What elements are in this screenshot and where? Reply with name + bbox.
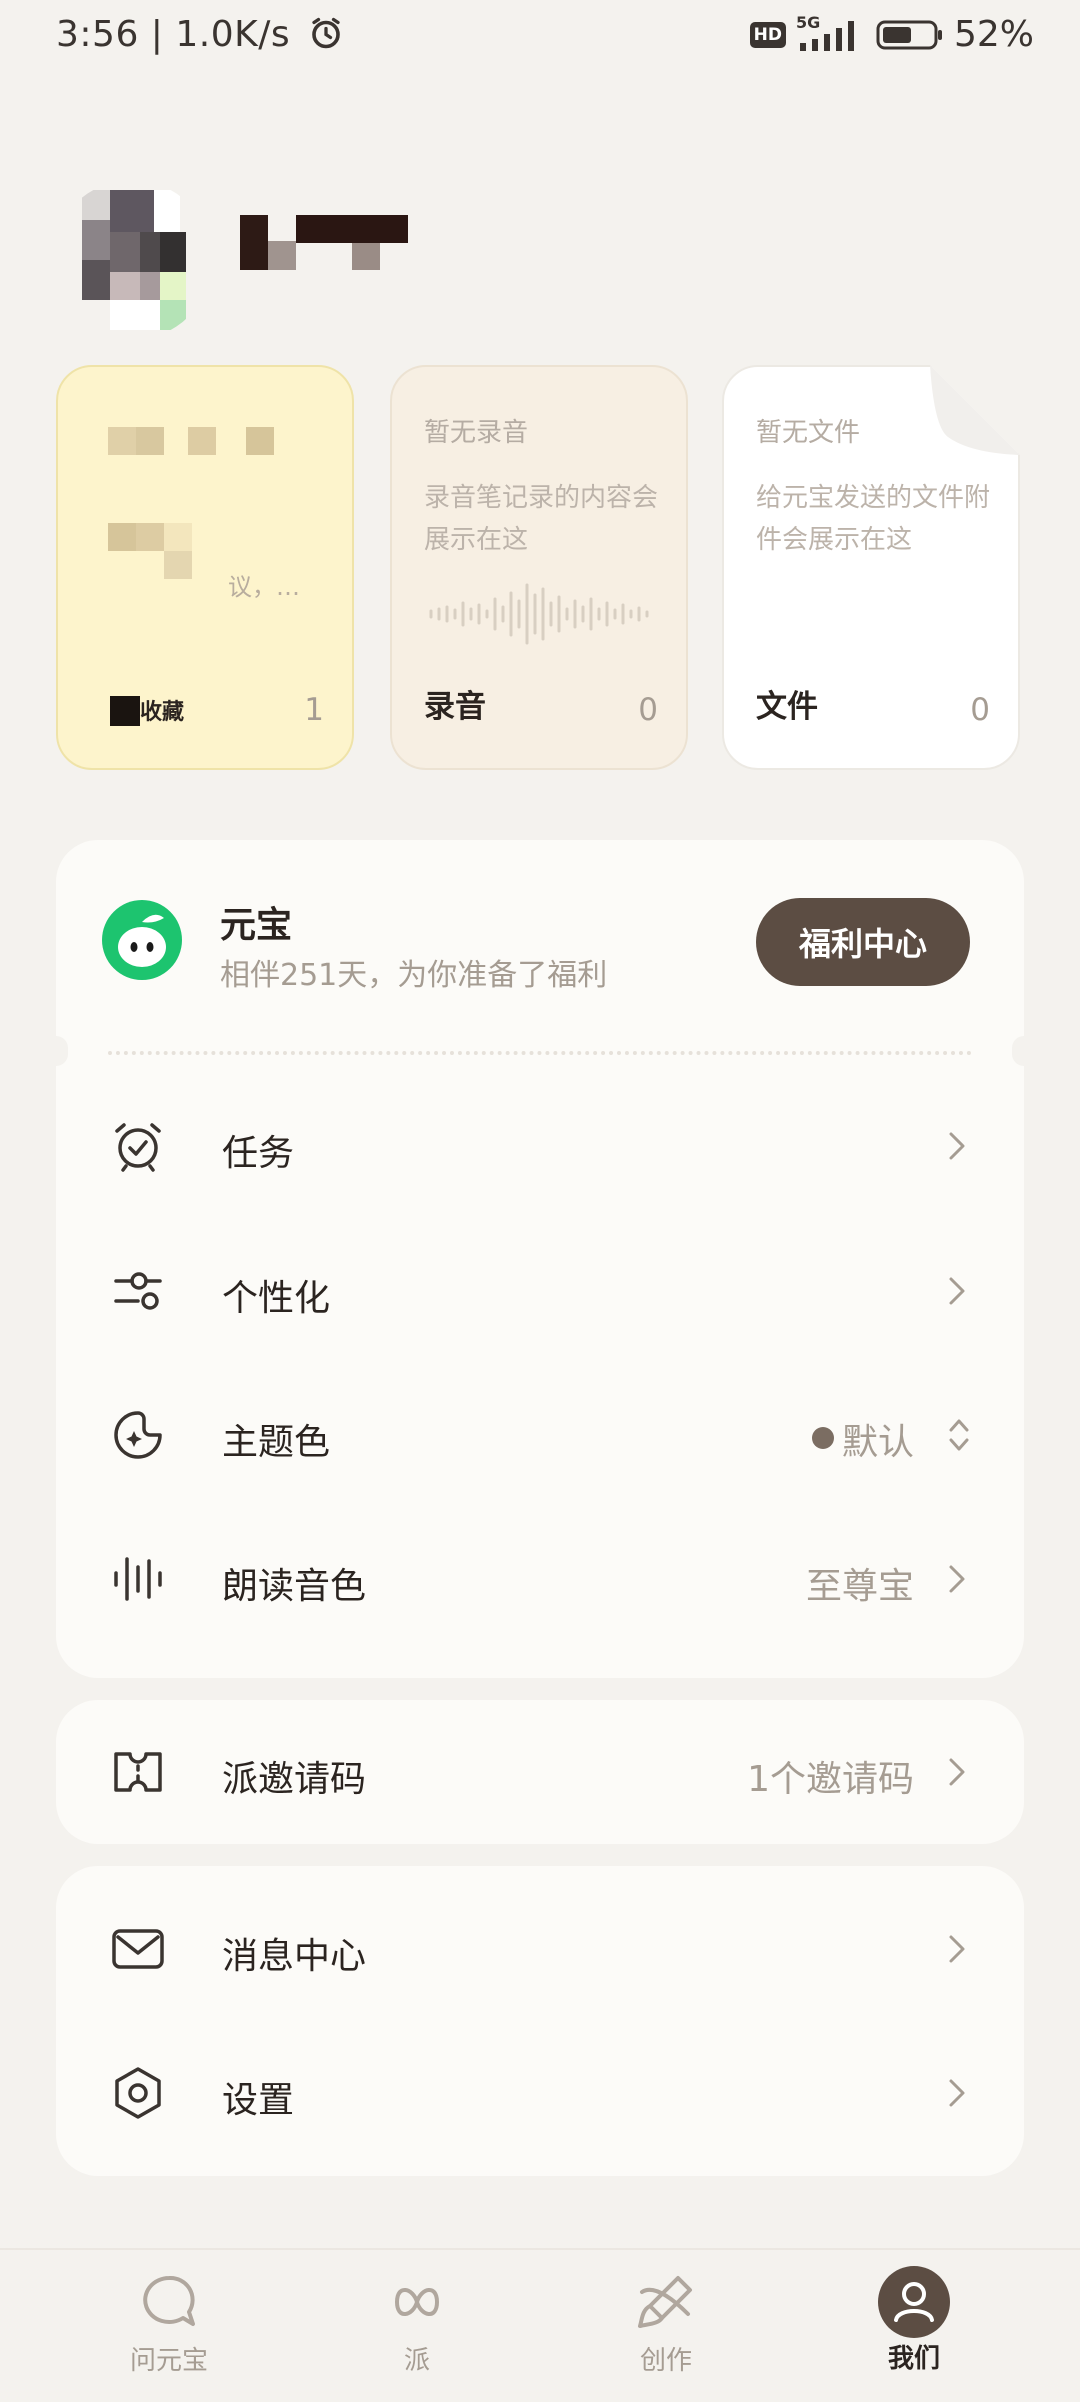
chevron-right-icon: [949, 1565, 965, 1593]
nav-label: 问元宝: [129, 2346, 208, 2376]
yuanbao-logo-icon: [102, 900, 182, 980]
recordings-label: 录音: [424, 689, 486, 725]
settings-hexagon-icon: [115, 2067, 161, 2119]
settings-label: 设置: [222, 2080, 295, 2121]
welfare-center-button[interactable]: 福利中心: [756, 898, 970, 986]
status-right: HD 5G 52%: [749, 13, 1034, 55]
reading-voice-value: 至尊宝: [805, 1566, 914, 1607]
avatar[interactable]: [52, 180, 212, 340]
recordings-empty-desc: 录音笔记录的内容会展示在这: [424, 483, 659, 555]
menu-item-theme-color[interactable]: 主题色 默认: [56, 1375, 1024, 1495]
recordings-count: 0: [638, 692, 658, 728]
alarm-icon: [312, 17, 340, 49]
status-bar: 3:56 | 1.0K/s HD 5G 52%: [0, 0, 1080, 80]
waveform-decoration-icon: [429, 583, 649, 645]
invite-code-value: 1个邀请码: [747, 1759, 914, 1800]
signal-bars-icon: [799, 20, 854, 51]
status-time: 3:56: [56, 14, 139, 55]
infinity-icon: [395, 2288, 439, 2316]
nav-tab-ask-yuanbao[interactable]: 问元宝: [99, 2270, 239, 2390]
files-card[interactable]: 暂无文件 给元宝发送的文件附件会展示在这 文件 0: [722, 365, 1020, 770]
files-label: 文件: [756, 689, 818, 725]
invite-code-label: 派邀请码: [222, 1759, 367, 1800]
favorites-count: 1: [304, 692, 324, 728]
chevron-right-icon: [949, 1132, 965, 1160]
yuanbao-title: 元宝: [220, 905, 293, 946]
waveform-icon: [114, 1557, 162, 1601]
message-center-label: 消息中心: [222, 1936, 367, 1977]
theme-color-value: 默认: [841, 1422, 914, 1463]
nav-tab-create[interactable]: 创作: [596, 2270, 736, 2390]
nav-label: 创作: [639, 2346, 692, 2376]
signal-indicator: 5G: [796, 13, 866, 53]
files-empty-title: 暂无文件: [756, 418, 861, 448]
menu-item-settings[interactable]: 设置: [56, 2033, 1024, 2153]
chat-bubble-icon: [143, 2275, 195, 2326]
chevron-right-icon: [949, 2079, 965, 2107]
files-empty-desc: 给元宝发送的文件附件会展示在这: [756, 483, 991, 555]
personalization-label: 个性化: [222, 1278, 331, 1319]
nav-label-active: 我们: [887, 2344, 940, 2374]
nav-label: 派: [403, 2346, 430, 2376]
files-count: 0: [970, 692, 990, 728]
chevron-right-icon: [949, 1277, 965, 1305]
recordings-empty-title: 暂无录音: [424, 418, 529, 448]
status-left: 3:56 | 1.0K/s: [56, 14, 344, 55]
battery-percent: 52%: [953, 14, 1034, 55]
recordings-card[interactable]: 暂无录音 录音笔记录的内容会展示在这 录音 0: [390, 365, 688, 770]
username-pixelated: [240, 215, 408, 270]
battery-icon: [876, 20, 942, 49]
favorites-card[interactable]: 议，… 收藏 1: [56, 365, 354, 770]
hd-badge: HD: [749, 21, 786, 48]
nav-tab-me[interactable]: 我们: [844, 2266, 984, 2390]
chevron-right-icon: [949, 1758, 965, 1786]
bottom-navigation: 问元宝 派 创作 我们: [0, 2248, 1080, 2402]
sliders-icon: [114, 1272, 162, 1310]
divider-notch-right: [1012, 1036, 1036, 1066]
avatar-image: [52, 180, 212, 340]
theme-color-label: 主题色: [222, 1422, 331, 1463]
tasks-label: 任务: [222, 1133, 295, 1174]
divider-notch-left: [44, 1036, 68, 1066]
menu-item-invite-code[interactable]: 派邀请码 1个邀请码: [56, 1712, 1024, 1832]
ticket-icon: [114, 1752, 162, 1792]
mail-icon: [112, 1929, 164, 1969]
alarm-clock-icon: [115, 1123, 161, 1172]
favorites-preview: 议，…: [228, 573, 300, 601]
menu-item-message-center[interactable]: 消息中心: [56, 1889, 1024, 2009]
palette-icon: [114, 1411, 162, 1459]
network-speed: 1.0K/s: [175, 14, 291, 55]
username-blur: [240, 215, 408, 270]
menu-item-personalization[interactable]: 个性化: [56, 1231, 1024, 1351]
menu-item-tasks[interactable]: 任务: [56, 1086, 1024, 1206]
yuanbao-subtitle: 相伴251天，为你准备了福利: [220, 958, 608, 993]
chevron-right-icon: [949, 1935, 965, 1963]
brush-icon: [638, 2276, 692, 2328]
nav-tab-pai[interactable]: 派: [347, 2270, 487, 2390]
dotted-divider: [108, 1051, 972, 1055]
chevron-up-down-icon: [949, 1419, 969, 1451]
favorites-label: 收藏: [140, 700, 185, 725]
reading-voice-label: 朗读音色: [222, 1566, 367, 1607]
theme-color-swatch: [812, 1427, 834, 1449]
favorites-label-blur: [110, 696, 140, 726]
menu-item-reading-voice[interactable]: 朗读音色 至尊宝: [56, 1519, 1024, 1639]
user-avatar-icon: [878, 2266, 950, 2338]
page-fold-icon: [930, 365, 1020, 455]
